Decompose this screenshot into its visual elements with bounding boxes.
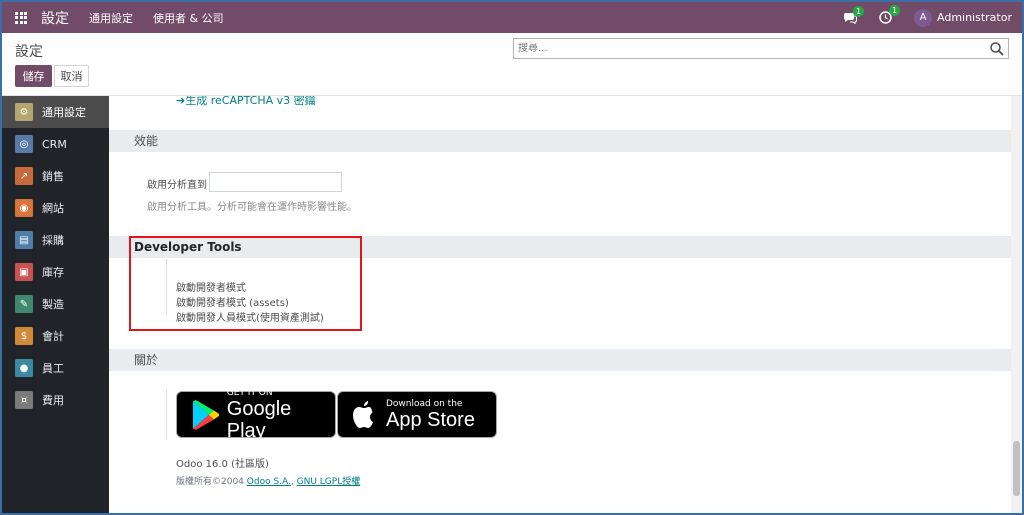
top-navbar: 設定 通用設定 使用者 & 公司 1 1 A Administrator (2, 2, 1022, 33)
menu-general-settings[interactable]: 通用設定 (89, 10, 133, 26)
sidebar-item[interactable]: ¤ 費用 (2, 384, 109, 416)
google-play-icon (192, 399, 220, 430)
copyright-line: 版權所有©2004 Odoo S.A., GNU LGPL授權 (176, 477, 361, 487)
search-bar[interactable] (513, 38, 1009, 59)
apple-icon (353, 400, 373, 428)
sidebar-item-label: 採購 (42, 234, 64, 247)
copyright-prefix: 版權所有©2004 (176, 477, 244, 487)
google-play-big-text: Google Play (226, 397, 292, 442)
sidebar-item-label: 通用設定 (42, 106, 86, 119)
app-store-badge[interactable]: Download on the App Store (337, 391, 497, 438)
website-icon: ◉ (15, 199, 33, 217)
odoo-company-link[interactable]: Odoo S.A. (247, 477, 291, 487)
profiling-label: 啟用分析直到 (147, 180, 207, 191)
sidebar-item[interactable]: ● 員工 (2, 352, 109, 384)
scrollbar-thumb[interactable] (1013, 441, 1020, 496)
apps-menu-icon[interactable] (15, 11, 27, 24)
search-input[interactable] (514, 43, 989, 54)
sidebar-item[interactable]: ⚙ 通用設定 (2, 96, 109, 128)
app-store-big-text: App Store (386, 408, 475, 431)
accounting-icon: $ (15, 327, 33, 345)
sidebar-item[interactable]: ✎ 製造 (2, 288, 109, 320)
app-brand[interactable]: 設定 (41, 8, 69, 28)
menu-users-companies[interactable]: 使用者 & 公司 (153, 10, 224, 26)
sidebar-item-label: 庫存 (42, 266, 64, 279)
google-play-badge[interactable]: GET IT ON Google Play (176, 387, 336, 442)
messages-button[interactable]: 1 (843, 5, 865, 24)
sidebar-item[interactable]: $ 會計 (2, 320, 109, 352)
sidebar-item-label: CRM (42, 137, 67, 151)
google-play-small-text: GET IT ON (226, 387, 273, 398)
developer-tools-highlight (129, 236, 362, 331)
page-title: 設定 (15, 44, 43, 60)
profiling-help: 啟用分析工具。分析可能會在運作時影響性能。 (147, 202, 357, 213)
sales-icon: ↗ (15, 167, 33, 185)
search-icon[interactable] (989, 41, 1005, 57)
sidebar-item[interactable]: ◎ CRM (2, 128, 109, 160)
sidebar-item-label: 費用 (42, 394, 64, 407)
discard-button[interactable]: 取消 (54, 65, 89, 87)
activities-button[interactable]: 1 (879, 5, 901, 24)
sidebar-item[interactable]: ▤ 採購 (2, 224, 109, 256)
manufacturing-icon: ✎ (15, 295, 33, 313)
control-panel: 設定 儲存 取消 (2, 33, 1022, 96)
settings-sidebar: ⚙ 通用設定 ◎ CRM ↗ 銷售 ◉ 網站 ▤ 採購 ▣ 庫存 ✎ 製造 $ 會計 ● 員工 ¤ 費用 (2, 96, 109, 513)
app-store-small-text: Download on the (386, 398, 463, 409)
user-name[interactable]: Administrator (937, 11, 1012, 24)
license-link[interactable]: GNU LGPL授權 (297, 477, 361, 487)
save-button[interactable]: 儲存 (15, 65, 52, 87)
about-section-title: 關於 (109, 349, 1011, 371)
profiling-until-input[interactable] (209, 172, 342, 192)
expenses-icon: ¤ (15, 391, 33, 409)
about-divider (166, 390, 167, 440)
sidebar-item-label: 銷售 (42, 170, 64, 183)
sidebar-item[interactable]: ◉ 網站 (2, 192, 109, 224)
content-scrollbar[interactable] (1011, 96, 1022, 513)
performance-section-title: 效能 (109, 130, 1011, 152)
sidebar-item[interactable]: ↗ 銷售 (2, 160, 109, 192)
sidebar-item[interactable]: ▣ 庫存 (2, 256, 109, 288)
sidebar-item-label: 員工 (42, 362, 64, 375)
employees-icon: ● (15, 359, 33, 377)
settings-content: ➔生成 reCAPTCHA v3 密鑰 效能 啟用分析直到 啟用分析工具。分析可… (109, 96, 1011, 513)
recaptcha-link[interactable]: ➔生成 reCAPTCHA v3 密鑰 (176, 96, 316, 108)
sidebar-item-label: 製造 (42, 298, 64, 311)
user-avatar[interactable]: A (914, 8, 932, 27)
sidebar-item-label: 網站 (42, 202, 64, 215)
settings-icon: ⚙ (15, 103, 33, 121)
odoo-version: Odoo 16.0 (社區版) (176, 459, 269, 470)
recaptcha-link-label[interactable]: 生成 reCAPTCHA v3 密鑰 (185, 96, 315, 107)
activities-badge: 1 (889, 5, 901, 16)
purchase-icon: ▤ (15, 231, 33, 249)
inventory-icon: ▣ (15, 263, 33, 281)
crm-icon: ◎ (15, 135, 33, 153)
messages-badge: 1 (853, 5, 865, 17)
sidebar-item-label: 會計 (42, 330, 64, 343)
